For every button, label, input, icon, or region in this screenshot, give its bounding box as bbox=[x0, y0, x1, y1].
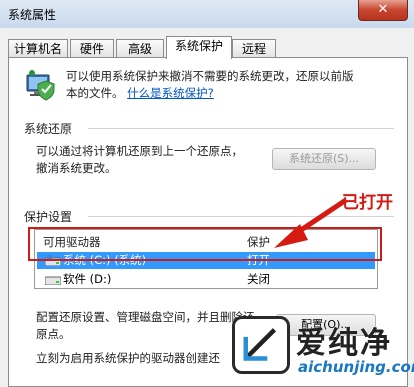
intro-description: 可以使用系统保护来撤消不需要的系统更改，还原以前版 本的文件。 什么是系统保护? bbox=[66, 68, 386, 102]
watermark-url: aichunjing.com bbox=[298, 358, 414, 376]
restore-description: 可以通过将计算机还原到上一个还原点， 撤消系统更改。 bbox=[36, 143, 266, 177]
protection-group-title: 保护设置 bbox=[24, 210, 73, 224]
title-bar: 系统属性 ✕ bbox=[0, 0, 414, 28]
restore-group-title: 系统还原 bbox=[24, 122, 73, 136]
close-button[interactable]: ✕ bbox=[358, 0, 408, 21]
drive-row-software[interactable]: 软件 (D:) 关闭 bbox=[37, 271, 375, 288]
watermark-logo-icon bbox=[232, 316, 290, 374]
intro-text-line2: 本的文件。 bbox=[66, 86, 124, 100]
intro-text-line1: 可以使用系统保护来撤消不需要的系统更改，还原以前版 bbox=[66, 69, 354, 83]
restore-text-line1: 可以通过将计算机还原到上一个还原点， bbox=[36, 144, 243, 158]
tab-advanced[interactable]: 高级 bbox=[116, 39, 164, 57]
watermark: 爱纯净 aichunjing.com bbox=[232, 316, 414, 382]
drive-name: 软件 (D:) bbox=[63, 272, 112, 286]
tab-hardware[interactable]: 硬件 bbox=[70, 39, 114, 57]
system-restore-button[interactable]: 系统还原(S)... bbox=[272, 148, 376, 170]
restore-group-divider bbox=[88, 128, 394, 129]
drive-icon bbox=[45, 276, 61, 285]
tab-computer-name[interactable]: 计算机名 bbox=[8, 39, 68, 57]
watermark-title: 爱纯净 bbox=[296, 326, 392, 361]
window-title: 系统属性 bbox=[8, 8, 57, 22]
create-description: 立刻为启用系统保护的驱动器创建还 bbox=[36, 351, 220, 365]
annotation-label: 已打开 bbox=[342, 193, 393, 213]
tab-remote[interactable]: 远程 bbox=[232, 39, 276, 57]
tab-system-protection[interactable]: 系统保护 bbox=[166, 36, 232, 59]
drive-status: 关闭 bbox=[247, 272, 270, 286]
restore-text-line2: 撤消系统更改。 bbox=[36, 161, 117, 175]
what-is-system-protection-link[interactable]: 什么是系统保护? bbox=[127, 86, 214, 100]
annotation-arrow-icon bbox=[274, 197, 348, 248]
shield-computer-icon bbox=[26, 70, 55, 101]
